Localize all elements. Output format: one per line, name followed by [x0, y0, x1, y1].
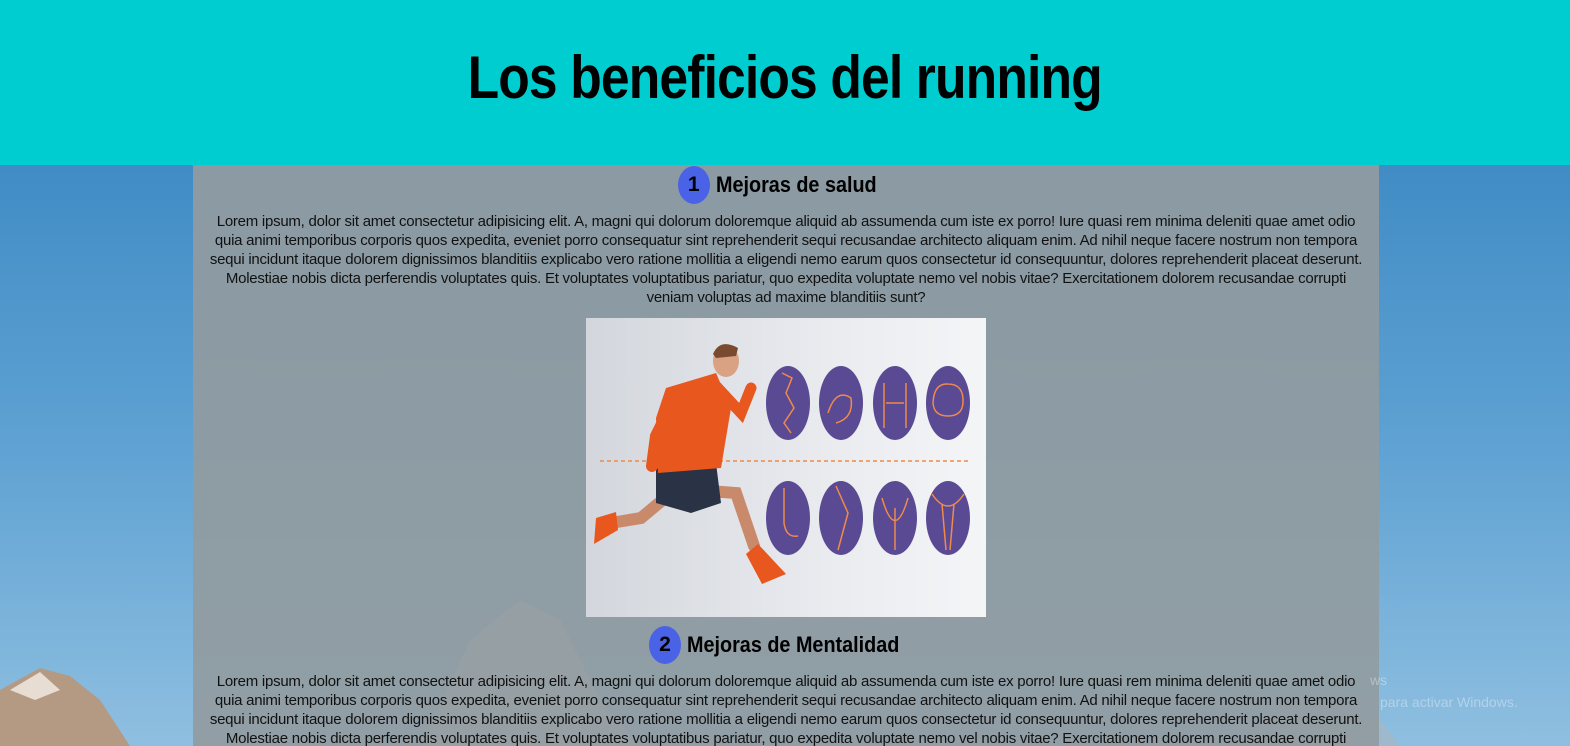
- section-paragraph: Lorem ipsum, dolor sit amet consectetur …: [209, 213, 1363, 306]
- section-heading: 1 Mejoras de salud: [193, 165, 1379, 205]
- section-title: Mejoras de Mentalidad: [687, 632, 900, 657]
- windows-activation-watermark-text: para activar Windows.: [1380, 694, 1518, 710]
- section-paragraph: Lorem ipsum, dolor sit amet consectetur …: [209, 673, 1363, 746]
- section-mindset: 2 Mejoras de Mentalidad Lorem ipsum, dol…: [193, 625, 1379, 746]
- windows-activation-watermark-title: ws: [1370, 672, 1388, 688]
- section-title: Mejoras de salud: [715, 172, 877, 197]
- section-heading: 2 Mejoras de Mentalidad: [193, 625, 1379, 665]
- main-content: 1 Mejoras de salud Lorem ipsum, dolor si…: [193, 165, 1379, 746]
- page-header: Los beneficios del running: [0, 0, 1570, 165]
- page-title: Los beneficios del running: [467, 44, 1103, 111]
- number-badge: 1: [677, 166, 710, 204]
- number-badge: 2: [649, 626, 682, 664]
- runner-body-benefits-illustration: [586, 318, 986, 617]
- section-health: 1 Mejoras de salud Lorem ipsum, dolor si…: [193, 165, 1379, 617]
